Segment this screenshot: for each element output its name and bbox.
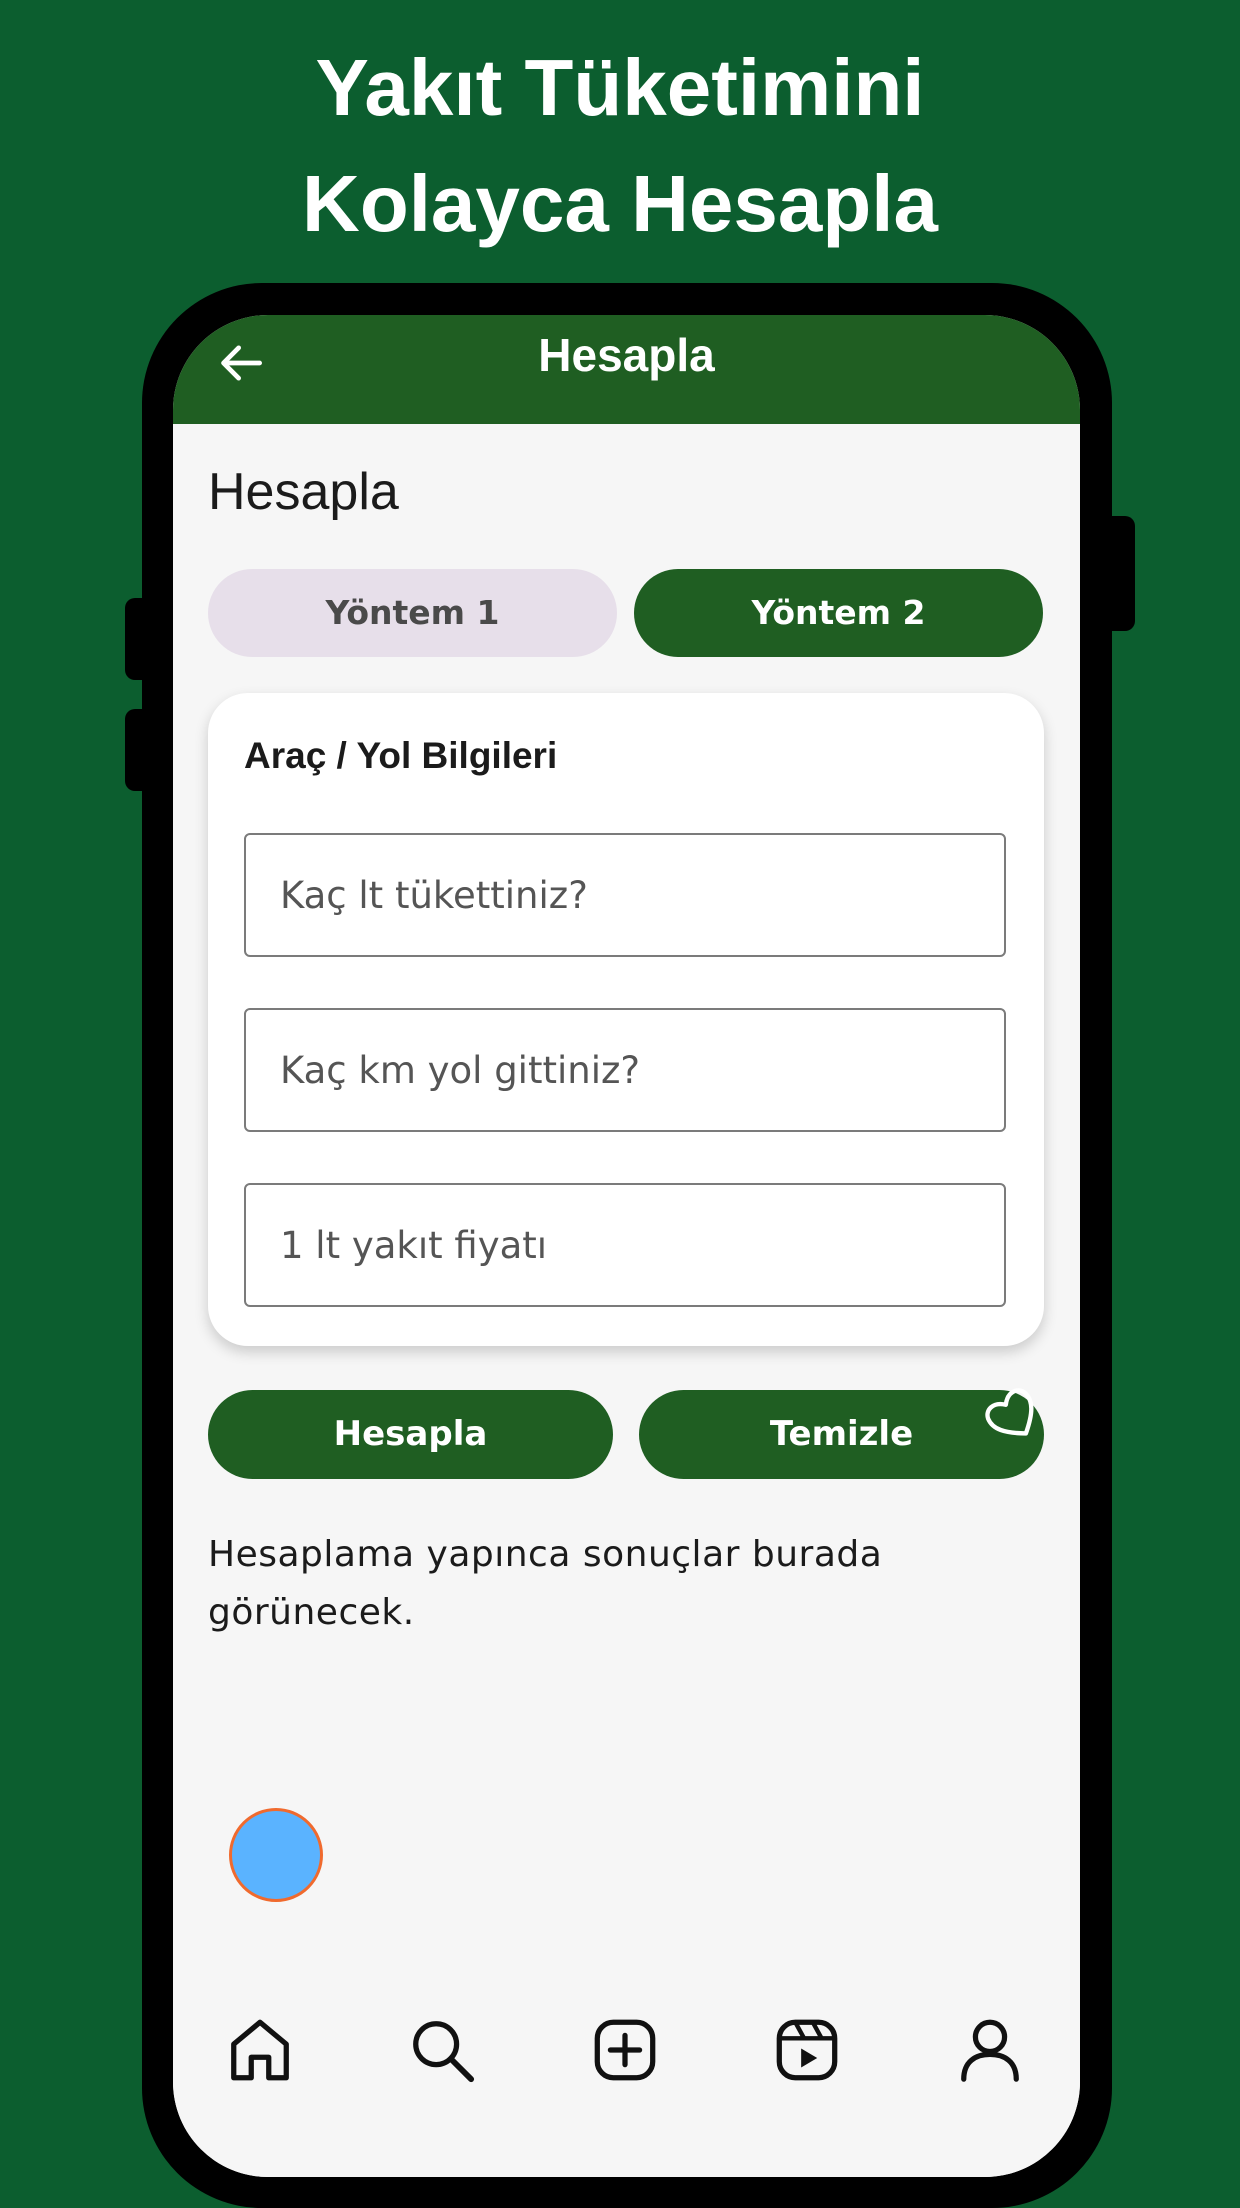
app-bar-title: Hesapla: [538, 329, 715, 381]
tab-yontem-1[interactable]: Yöntem 1: [208, 569, 617, 657]
calculate-button[interactable]: Hesapla: [208, 1390, 613, 1479]
vehicle-info-card: Araç / Yol Bilgileri: [208, 693, 1044, 1346]
heart-icon[interactable]: [983, 1385, 1043, 1445]
profile-icon[interactable]: [955, 2015, 1025, 2085]
phone-volume-up-button: [125, 598, 155, 680]
fuel-consumed-input[interactable]: [244, 833, 1006, 957]
page-title: Hesapla: [208, 463, 399, 521]
arrow-back-icon[interactable]: [213, 335, 269, 391]
search-icon[interactable]: [407, 2015, 477, 2085]
app-screen: Hesapla Hesapla Yöntem 1 Yöntem 2 Araç /…: [173, 315, 1080, 2177]
home-icon[interactable]: [225, 2015, 295, 2085]
bottom-navigation: [173, 1975, 1080, 2177]
result-text: Hesaplama yapınca sonuçlar burada görüne…: [208, 1534, 883, 1633]
reels-icon[interactable]: [772, 2015, 842, 2085]
promo-line-1: Yakıt Tüketimini: [315, 43, 925, 132]
phone-side-button-right: [1100, 516, 1135, 631]
tab-yontem-2[interactable]: Yöntem 2: [634, 569, 1043, 657]
add-icon[interactable]: [590, 2015, 660, 2085]
app-bar: Hesapla: [173, 315, 1080, 424]
phone-volume-down-button: [125, 709, 155, 791]
promo-line-2: Kolayca Hesapla: [302, 159, 938, 248]
promo-headline: Yakıt Tüketimini Kolayca Hesapla: [0, 30, 1240, 262]
card-title: Araç / Yol Bilgileri: [244, 735, 558, 776]
fuel-price-input[interactable]: [244, 1183, 1006, 1307]
distance-input[interactable]: [244, 1008, 1006, 1132]
floating-action-button[interactable]: [229, 1808, 323, 1902]
